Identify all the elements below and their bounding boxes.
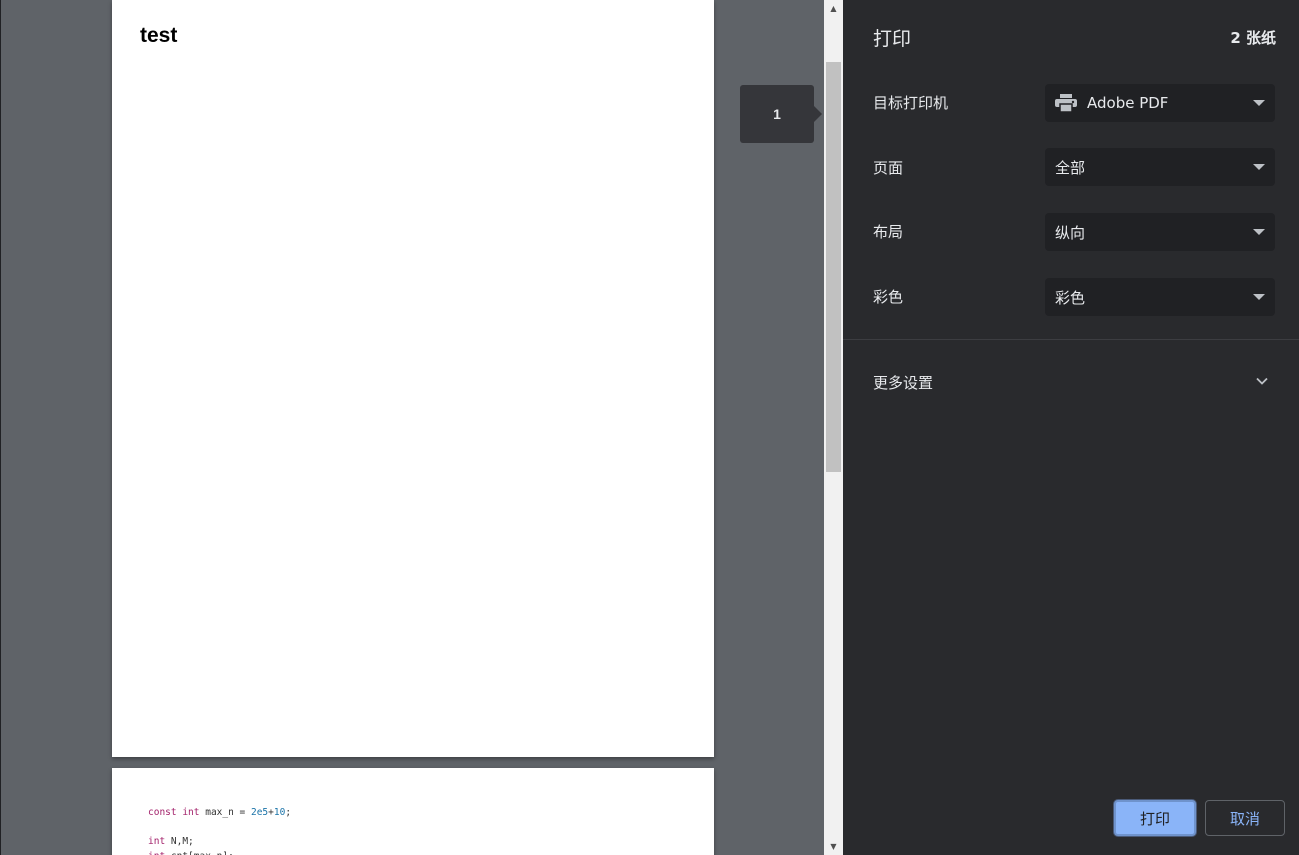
dropdown-arrow-icon [1253,100,1265,106]
destination-label: 目标打印机 [873,94,949,112]
color-label: 彩色 [873,288,904,306]
code-line: const int max_n = 2e5+10; [148,807,292,818]
more-settings-label: 更多设置 [873,374,934,392]
pages-select[interactable]: 全部 [1045,148,1275,186]
code-line: int cnt[max_n]; [148,850,291,855]
print-button[interactable]: 打印 [1114,800,1196,836]
pages-value: 全部 [1055,158,1086,177]
page-heading: test [140,24,178,47]
color-select[interactable]: 彩色 [1045,278,1275,316]
preview-page-1: test [112,0,714,757]
pages-label: 页面 [873,159,904,177]
dropdown-arrow-icon [1253,229,1265,235]
print-preview-area: test const int max_n = 2e5+10; int N,M; i… [0,0,824,855]
dropdown-arrow-icon [1253,294,1265,300]
layout-select[interactable]: 纵向 [1045,213,1275,251]
print-settings-sidebar: 打印 2 张纸 目标打印机 Adobe PDF 页面 全部 布局 纵向 彩色 彩… [843,0,1299,855]
layout-label: 布局 [873,223,904,241]
destination-select[interactable]: Adobe PDF [1045,84,1275,122]
more-settings-toggle[interactable]: 更多设置 [843,362,1299,402]
preview-scrollbar[interactable]: ▲ ▼ [824,0,843,855]
chevron-down-icon [1256,377,1268,385]
page-number-indicator: 1 [740,85,822,143]
preview-page-2: const int max_n = 2e5+10; int N,M; int cn… [112,768,714,855]
cancel-button[interactable]: 取消 [1205,800,1285,836]
section-divider [843,339,1299,340]
printer-icon [1055,94,1077,112]
sheet-count: 2 张纸 [1230,29,1276,47]
sidebar-title: 打印 [873,28,912,50]
color-value: 彩色 [1055,288,1086,307]
scroll-up-arrow-icon[interactable]: ▲ [824,0,843,17]
dropdown-arrow-icon [1253,164,1265,170]
destination-value: Adobe PDF [1087,94,1169,112]
scroll-down-arrow-icon[interactable]: ▼ [824,838,843,855]
scrollbar-thumb[interactable] [826,62,841,472]
code-snippet: const int max_n = 2e5+10; int N,M; int cn… [148,806,291,855]
code-line: int N,M; [148,836,194,847]
layout-value: 纵向 [1055,223,1086,242]
